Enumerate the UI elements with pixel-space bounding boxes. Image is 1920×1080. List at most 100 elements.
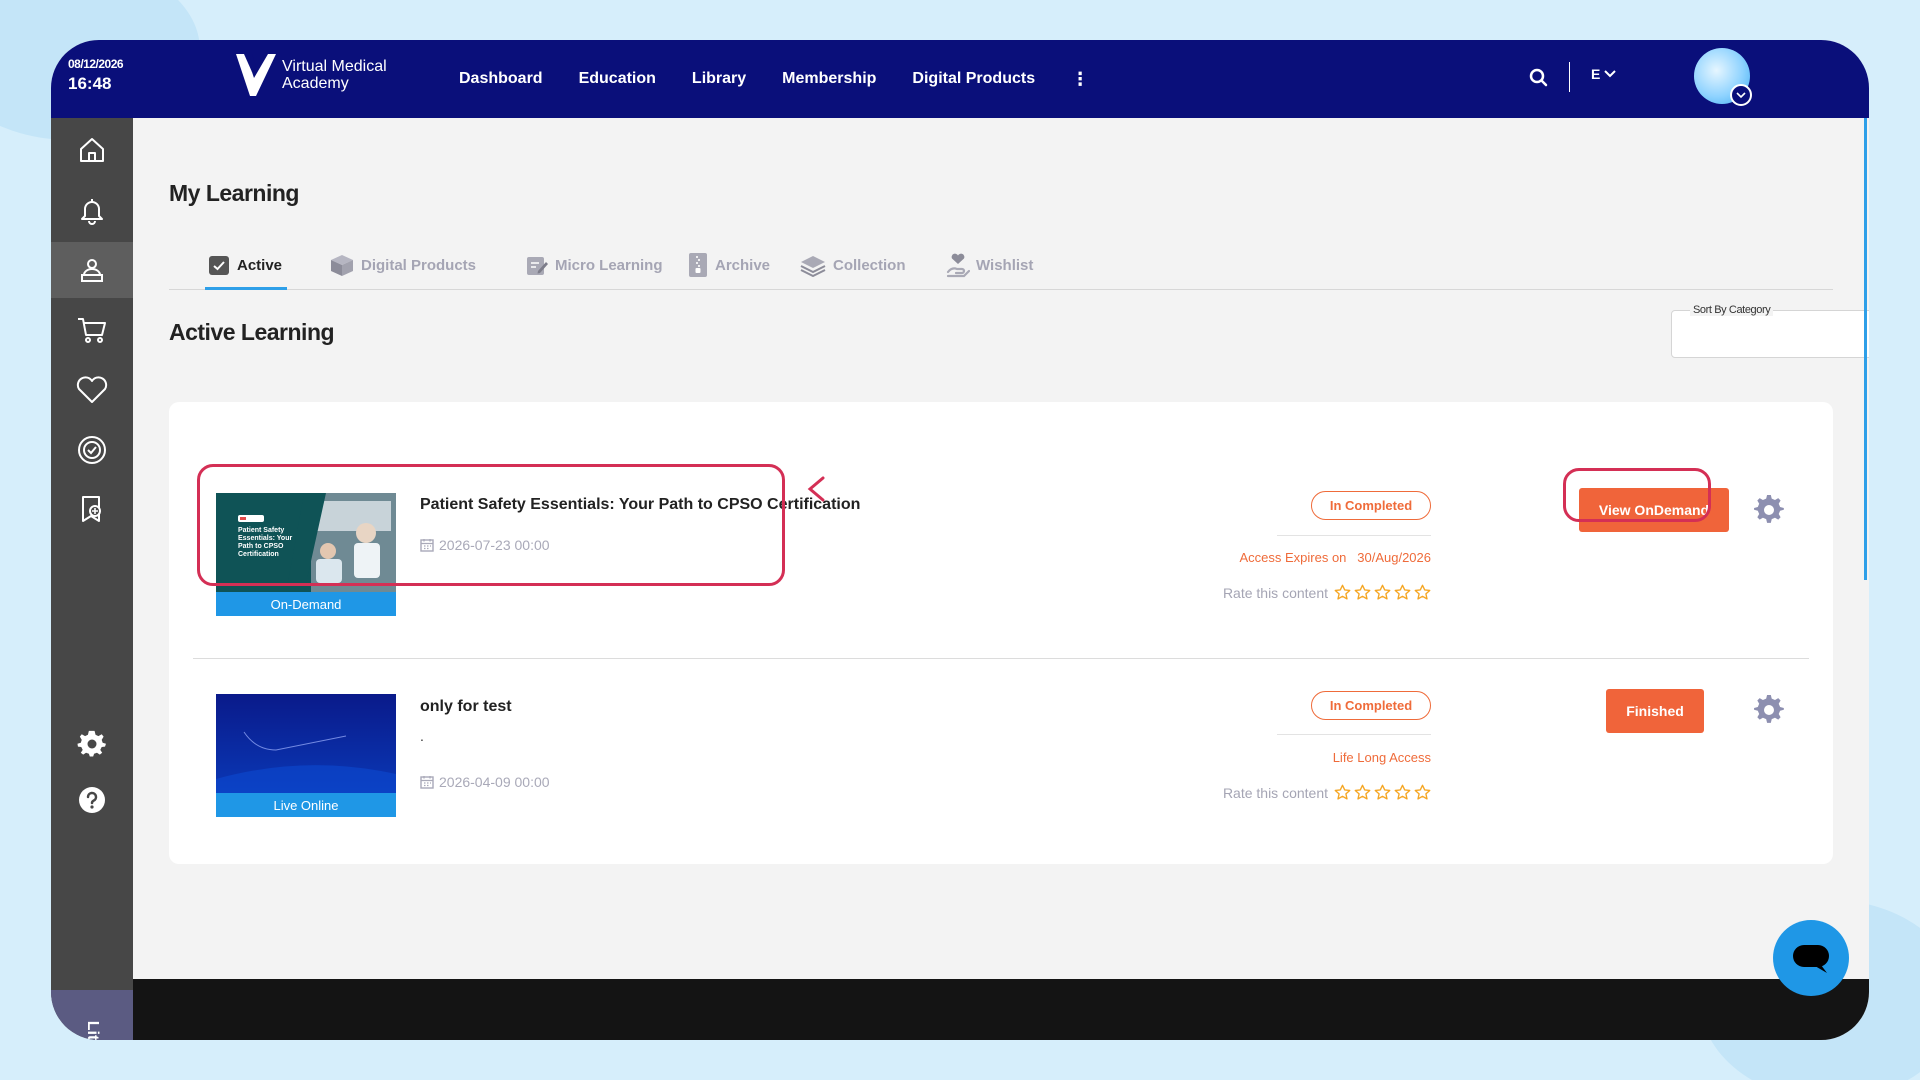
tab-label: Wishlist — [976, 256, 1034, 274]
logo-mark-icon — [236, 54, 276, 96]
box-icon — [331, 255, 353, 276]
tab-digital-products[interactable]: Digital Products — [329, 240, 476, 290]
language-selector[interactable]: E — [1591, 66, 1617, 82]
date-text: 2026-04-09 00:00 — [439, 774, 550, 790]
sidebar-item-credentials[interactable] — [51, 482, 133, 538]
delivery-type-badge: On-Demand — [216, 592, 396, 616]
star-icon[interactable] — [1414, 784, 1431, 801]
active-tab-indicator — [205, 287, 287, 290]
progress-track — [1277, 535, 1431, 536]
list-item: Patient Safety Essentials: Your Path to … — [169, 402, 1833, 658]
rate-label: Rate this content — [1222, 784, 1328, 801]
sidebar-item-wishlist[interactable] — [51, 362, 133, 418]
certificate-icon — [78, 436, 106, 464]
datetime-display: 08/12/2026 16:48 — [68, 56, 124, 93]
star-rating — [1334, 784, 1431, 801]
page-title: My Learning — [169, 180, 299, 206]
status-badge: In Completed — [1311, 491, 1431, 520]
avatar-dropdown-icon[interactable] — [1730, 84, 1752, 106]
highlight-annotation — [197, 464, 785, 586]
nav-education[interactable]: Education — [579, 70, 656, 88]
brand-line-1: Virtual Medical — [282, 58, 387, 75]
sidebar-item-home[interactable] — [51, 122, 133, 178]
bell-icon — [81, 199, 103, 225]
chat-bubble-icon — [1793, 945, 1829, 973]
tab-active[interactable]: Active — [207, 240, 282, 290]
current-date: 08/12/2026 — [68, 57, 124, 71]
arrow-annotation — [807, 476, 933, 502]
course-title[interactable]: only for test — [420, 698, 512, 716]
course-settings-gear-icon[interactable] — [1754, 694, 1784, 725]
search-icon[interactable] — [1525, 64, 1553, 92]
course-settings-gear-icon[interactable] — [1754, 494, 1784, 525]
tab-label: Digital Products — [361, 256, 477, 274]
section-title: Active Learning — [169, 319, 335, 345]
help-icon — [79, 787, 105, 813]
sort-by-category-select[interactable]: Sort By Category — [1671, 304, 1869, 358]
home-icon — [80, 138, 104, 162]
progress-track — [1277, 734, 1431, 735]
sidebar-item-help[interactable] — [51, 772, 133, 828]
archive-file-icon — [689, 253, 707, 277]
sidebar-item-my-learning[interactable] — [51, 242, 133, 298]
chevron-down-icon — [1604, 70, 1617, 78]
tab-micro-learning[interactable]: Micro Learning — [525, 240, 663, 290]
star-icon[interactable] — [1334, 584, 1351, 601]
clipboard-pen-icon — [527, 257, 548, 275]
topbar-divider — [1569, 62, 1570, 92]
rate-label: Rate this content — [1222, 584, 1328, 601]
nav-membership[interactable]: Membership — [782, 70, 876, 88]
page-footer — [133, 979, 1869, 1040]
tab-wishlist[interactable]: Wishlist — [946, 240, 1033, 290]
brand-logo[interactable]: Virtual Medical Academy — [234, 52, 387, 98]
lite-label: Lite — [83, 1020, 101, 1040]
check-box-icon — [209, 256, 229, 275]
star-rating — [1334, 584, 1431, 601]
nav-dashboard[interactable]: Dashboard — [459, 70, 543, 88]
course-list: Patient Safety Essentials: Your Path to … — [169, 402, 1833, 864]
nav-library[interactable]: Library — [692, 70, 746, 88]
course-date: 2026-04-09 00:00 — [420, 774, 550, 790]
star-icon[interactable] — [1394, 784, 1411, 801]
access-label: Access Expires on — [1239, 550, 1347, 565]
nav-digital-products[interactable]: Digital Products — [912, 70, 1035, 88]
scrollbar[interactable] — [1864, 118, 1867, 580]
course-thumbnail[interactable]: Live Online — [216, 694, 396, 817]
chat-support-button[interactable] — [1773, 920, 1849, 996]
user-avatar[interactable] — [1694, 48, 1752, 106]
star-icon[interactable] — [1394, 584, 1411, 601]
sidebar-item-cart[interactable] — [51, 302, 133, 358]
credentials-icon — [82, 496, 101, 522]
tab-label: Micro Learning — [555, 256, 663, 274]
star-icon[interactable] — [1354, 584, 1371, 601]
access-lifelong: Life Long Access — [1332, 750, 1431, 765]
star-icon[interactable] — [1374, 584, 1391, 601]
tab-label: Active — [237, 256, 283, 274]
tab-archive[interactable]: Archive — [687, 240, 770, 290]
more-menu-icon[interactable]: ⋮ — [1071, 69, 1089, 90]
finished-button[interactable]: Finished — [1606, 689, 1704, 733]
my-learning-icon — [81, 259, 103, 282]
tab-collection[interactable]: Collection — [799, 240, 906, 290]
status-badge: In Completed — [1311, 691, 1431, 720]
star-icon[interactable] — [1374, 784, 1391, 801]
rating-row: Rate this content — [1223, 784, 1431, 801]
access-expiry: Access Expires on 30/Aug/2026 — [1239, 550, 1431, 565]
star-icon[interactable] — [1354, 784, 1371, 801]
sidebar-item-settings[interactable] — [51, 716, 133, 772]
top-navigation-bar: 08/12/2026 16:48 Virtual Medical Academy… — [51, 40, 1869, 118]
list-item: Live Online only for test . 2026-04-09 0… — [169, 658, 1833, 864]
star-icon[interactable] — [1334, 784, 1351, 801]
star-icon[interactable] — [1414, 584, 1431, 601]
current-time: 16:48 — [68, 74, 112, 93]
delivery-type-badge: Live Online — [216, 793, 396, 817]
sidebar-item-certificates[interactable] — [51, 422, 133, 478]
rating-row: Rate this content — [1223, 584, 1431, 601]
left-sidebar: Lite — [51, 118, 133, 1040]
calendar-icon — [420, 776, 434, 789]
course-subtitle: . — [420, 728, 424, 744]
lite-mode-toggle[interactable]: Lite — [51, 990, 133, 1040]
settings-icon — [77, 730, 106, 757]
sidebar-item-notifications[interactable] — [51, 182, 133, 238]
cart-icon — [78, 318, 106, 343]
